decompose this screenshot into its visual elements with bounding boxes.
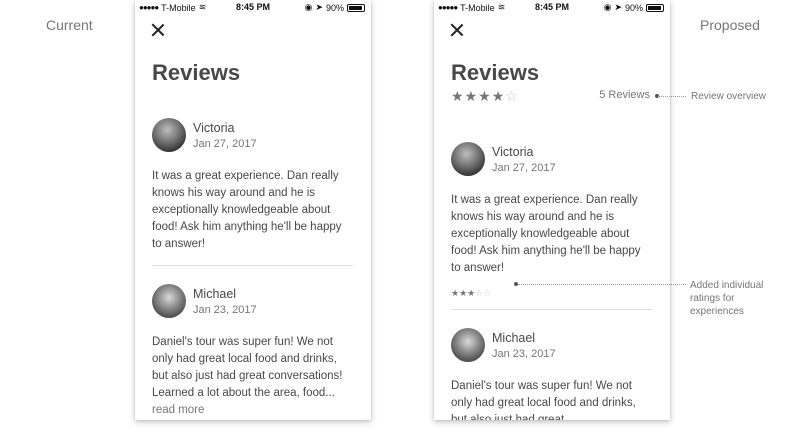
annotation-line [658,96,686,97]
battery-icon [646,3,664,12]
review-date: Jan 23, 2017 [193,304,257,316]
proposed-phone-screen: ●●●●● T-Mobile ≋ 8:45 PM ◉ ➤ 90% Reviews… [434,0,670,420]
annotation-line [518,284,686,285]
proposed-label: Proposed [700,17,760,33]
reviewer-name[interactable]: Michael [193,287,236,301]
review-count[interactable]: 5 Reviews [599,89,650,101]
review-text-content: Daniel's tour was super fun! We not only… [152,336,343,399]
battery-percent: 90% [624,2,643,13]
review-date: Jan 23, 2017 [492,348,556,360]
review-overview: ★ ★ ★ ★ ☆ 5 Reviews [451,88,650,104]
divider [152,265,353,266]
battery-icon [347,3,365,12]
reviewer-name[interactable]: Michael [492,331,535,345]
location-arrow-icon: ➤ [315,2,323,12]
star-filled-icon: ★ [464,88,478,104]
review-text: Daniel's tour was super fun! We not only… [152,334,353,419]
battery-percent: 90% [325,2,344,13]
annotation-individual-ratings: Added individual ratings for experiences [690,280,764,317]
star-filled-icon: ★ [451,288,460,298]
review-item: Victoria Jan 27, 2017 It was a great exp… [451,142,652,301]
review-date: Jan 27, 2017 [492,162,556,174]
overall-rating-stars: ★ ★ ★ ★ ☆ [451,88,518,105]
reviewer-name[interactable]: Victoria [492,145,533,159]
review-item: Michael Jan 23, 2017 Daniel's tour was s… [451,328,652,420]
star-filled-icon: ★ [459,288,468,298]
reviewer-name[interactable]: Victoria [193,121,234,135]
current-label: Current [46,17,93,33]
review-item: Victoria Jan 27, 2017 It was a great exp… [152,118,353,253]
star-filled-icon: ★ [478,88,491,104]
avatar[interactable] [451,142,485,176]
page-title: Reviews [152,60,241,85]
review-text: It was a great experience. Dan really kn… [451,194,641,274]
read-more-link[interactable]: read more [152,404,204,416]
avatar[interactable] [152,284,186,318]
star-empty-icon: ☆ [505,88,518,104]
close-icon[interactable] [151,23,165,37]
individual-rating-stars: ★ ★ ★ ☆ ☆ [451,288,491,299]
page-title: Reviews [451,60,540,85]
star-empty-icon: ☆ [475,288,484,298]
status-bar: ●●●●● T-Mobile ≋ 8:45 PM ◉ ➤ 90% [135,0,371,16]
review-text: It was a great experience. Dan really kn… [152,170,342,250]
avatar[interactable] [451,328,485,362]
review-text: Daniel's tour was super fun! We not only… [451,380,636,420]
star-filled-icon: ★ [491,88,505,104]
close-icon[interactable] [450,23,464,37]
avatar[interactable] [152,118,186,152]
annotation-review-overview: Review overview [691,91,767,102]
divider [451,309,652,310]
orientation-lock-icon: ◉ [603,2,612,12]
star-empty-icon: ☆ [483,288,492,298]
star-filled-icon: ★ [451,88,464,104]
location-arrow-icon: ➤ [614,2,622,12]
current-phone-screen: ●●●●● T-Mobile ≋ 8:45 PM ◉ ➤ 90% Reviews… [135,0,371,420]
status-bar: ●●●●● T-Mobile ≋ 8:45 PM ◉ ➤ 90% [434,0,670,16]
orientation-lock-icon: ◉ [304,2,313,12]
star-filled-icon: ★ [467,288,476,298]
review-item: Michael Jan 23, 2017 Daniel's tour was s… [152,284,353,419]
review-date: Jan 27, 2017 [193,138,257,150]
